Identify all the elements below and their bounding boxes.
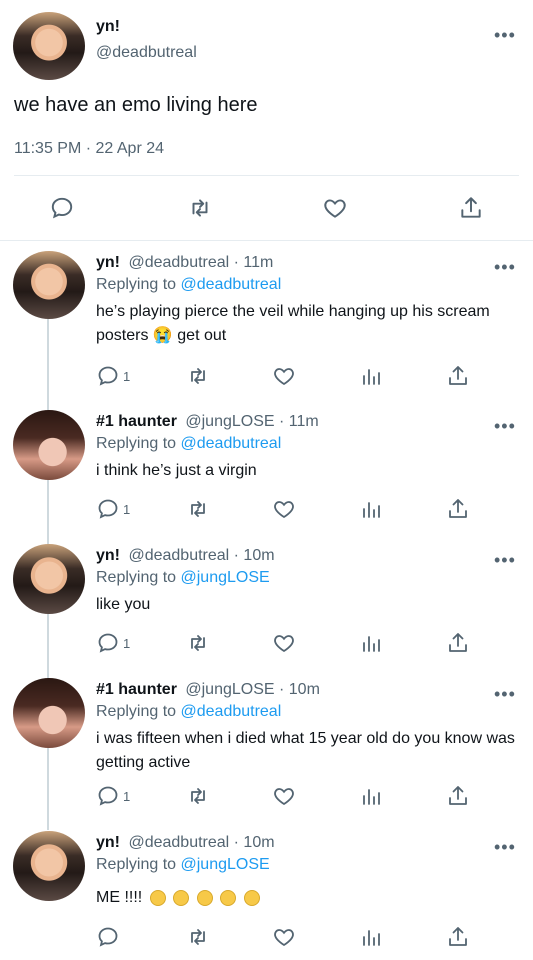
reply-icon[interactable] xyxy=(96,925,120,949)
reply-text: ME !!!! xyxy=(96,889,143,906)
reply-text: i think he’s just a virgin xyxy=(96,462,257,479)
reply-text: he’s playing pierce the veil while hangi… xyxy=(96,303,490,344)
more-icon[interactable]: ••• xyxy=(494,417,516,435)
reply-icon[interactable] xyxy=(96,364,120,388)
handle[interactable]: @deadbutreal xyxy=(96,44,197,62)
heart-icon[interactable] xyxy=(321,195,349,221)
share-icon[interactable] xyxy=(446,924,470,950)
display-name[interactable]: yn! xyxy=(96,547,120,564)
avatar[interactable] xyxy=(13,12,85,80)
divider xyxy=(14,175,519,176)
more-icon[interactable]: ••• xyxy=(494,551,516,569)
replying-label: Replying to xyxy=(96,703,177,720)
replying-label: Replying to xyxy=(96,569,177,586)
rofl-emoji-icon xyxy=(196,889,213,906)
heart-icon[interactable] xyxy=(272,364,296,388)
display-name[interactable]: #1 haunter xyxy=(96,681,177,698)
handle-time: @jungLOSE · 10m xyxy=(185,681,320,698)
replying-to-link[interactable]: @jungLOSE xyxy=(181,856,270,873)
laughing-emoji-icon xyxy=(149,889,166,906)
display-name[interactable]: yn! xyxy=(96,254,120,271)
reply-text: like you xyxy=(96,596,151,613)
heart-icon[interactable] xyxy=(272,925,296,949)
handle-time: @deadbutreal · 10m xyxy=(128,834,275,851)
replying-label: Replying to xyxy=(96,856,177,873)
timestamp: 11:35 PM · 22 Apr 24 xyxy=(14,140,165,157)
display-name[interactable]: yn! xyxy=(96,18,120,36)
avatar[interactable] xyxy=(13,831,85,901)
retweet-icon[interactable] xyxy=(185,631,211,655)
share-icon[interactable] xyxy=(446,363,470,389)
analytics-icon[interactable] xyxy=(359,784,383,808)
reply-count: 1 xyxy=(123,636,131,651)
reply-count: 1 xyxy=(123,369,131,384)
retweet-icon[interactable] xyxy=(185,925,211,949)
avatar[interactable] xyxy=(13,251,85,319)
retweet-icon[interactable] xyxy=(185,784,211,808)
tweet-text: we have an emo living here xyxy=(14,94,258,116)
more-icon[interactable]: ••• xyxy=(494,258,516,276)
avatar[interactable] xyxy=(13,544,85,614)
retweet-icon[interactable] xyxy=(185,364,211,388)
replying-label: Replying to xyxy=(96,276,177,293)
display-name[interactable]: #1 haunter xyxy=(96,413,177,430)
handle-time: @deadbutreal · 10m xyxy=(128,547,275,564)
analytics-icon[interactable] xyxy=(359,631,383,655)
heart-icon[interactable] xyxy=(272,631,296,655)
handle-time: @deadbutreal · 11m xyxy=(128,254,274,271)
more-icon[interactable]: ••• xyxy=(494,26,516,44)
reply-count: 1 xyxy=(123,789,131,804)
analytics-icon[interactable] xyxy=(359,364,383,388)
more-icon[interactable]: ••• xyxy=(494,685,516,703)
analytics-icon[interactable] xyxy=(359,497,383,521)
replying-to-link[interactable]: @jungLOSE xyxy=(181,569,270,586)
share-icon[interactable] xyxy=(458,194,484,222)
heart-icon[interactable] xyxy=(272,497,296,521)
share-icon[interactable] xyxy=(446,630,470,656)
replying-to-link[interactable]: @deadbutreal xyxy=(181,276,282,293)
rofl-emoji-icon xyxy=(173,889,190,906)
divider xyxy=(0,240,533,241)
share-icon[interactable] xyxy=(446,496,470,522)
heart-icon[interactable] xyxy=(272,784,296,808)
reply-icon[interactable] xyxy=(96,631,120,655)
avatar[interactable] xyxy=(13,678,85,748)
laughing-emoji-icon xyxy=(220,889,237,906)
avatar[interactable] xyxy=(13,410,85,480)
display-name[interactable]: yn! xyxy=(96,834,120,851)
more-icon[interactable]: ••• xyxy=(494,838,516,856)
replying-to-link[interactable]: @deadbutreal xyxy=(181,435,282,452)
reply-text: i was fifteen when i died what 15 year o… xyxy=(96,730,515,771)
replying-label: Replying to xyxy=(96,435,177,452)
reply-count: 1 xyxy=(123,502,131,517)
analytics-icon[interactable] xyxy=(359,925,383,949)
share-icon[interactable] xyxy=(446,783,470,809)
reply-icon[interactable] xyxy=(96,497,120,521)
retweet-icon[interactable] xyxy=(186,195,214,221)
handle-time: @jungLOSE · 11m xyxy=(185,413,319,430)
retweet-icon[interactable] xyxy=(185,497,211,521)
laughing-emoji-icon xyxy=(243,889,260,906)
reply-icon[interactable] xyxy=(49,195,75,221)
reply-icon[interactable] xyxy=(96,784,120,808)
replying-to-link[interactable]: @deadbutreal xyxy=(181,703,282,720)
